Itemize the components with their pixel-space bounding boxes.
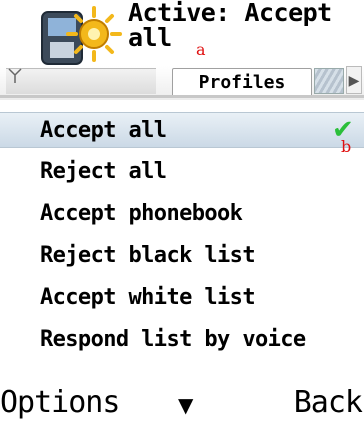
- list-item-label: Accept all: [40, 118, 167, 143]
- tab-next[interactable]: [314, 68, 344, 94]
- list-item[interactable]: Reject all: [0, 154, 364, 190]
- tab-underline: [0, 95, 364, 98]
- options-softkey[interactable]: Options: [0, 385, 120, 421]
- phone-with-sun-icon: [41, 6, 122, 65]
- profiles-screen: Active: Accept all a Profiles ▶ Accept a…: [0, 0, 364, 426]
- list-item[interactable]: Accept white list: [0, 280, 364, 316]
- page-title: Active: Accept all: [128, 0, 332, 52]
- back-softkey[interactable]: Back: [294, 385, 363, 421]
- list-item[interactable]: Reject black list: [0, 238, 364, 274]
- list-item[interactable]: Respond list by voice: [0, 322, 364, 358]
- tab-previous[interactable]: [6, 68, 156, 94]
- list-item-label: Accept white list: [40, 285, 256, 310]
- tab-profiles-label: Profiles: [198, 72, 286, 93]
- list-item[interactable]: Accept all ✔ b: [0, 112, 364, 156]
- list-item-label: Respond list by voice: [40, 327, 306, 352]
- chevron-down-icon[interactable]: ▼: [178, 393, 193, 417]
- softkey-bar: Options ▼ Back: [0, 385, 364, 426]
- list-item-label: Reject all: [40, 159, 167, 184]
- list-item-label: Accept phonebook: [40, 201, 243, 226]
- annotation-marker-a: a: [196, 40, 206, 59]
- chevron-right-icon[interactable]: ▶: [346, 66, 362, 94]
- header: Active: Accept all a: [0, 0, 364, 72]
- list-item-label: Reject black list: [40, 243, 256, 268]
- list-item[interactable]: Accept phonebook: [0, 196, 364, 232]
- antenna-icon: [8, 68, 22, 83]
